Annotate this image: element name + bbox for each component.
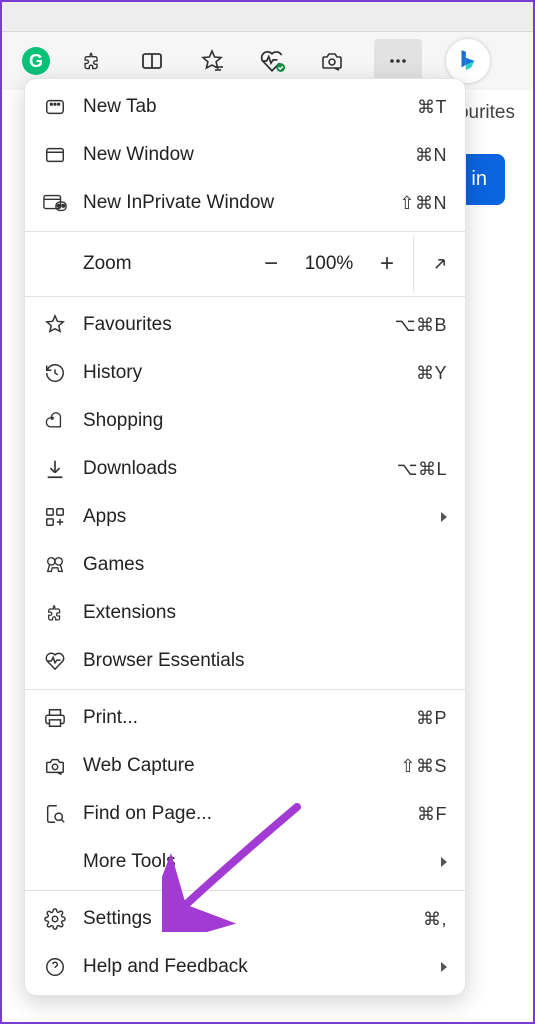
menu-shortcut: ⌘T <box>417 97 447 118</box>
menu-shortcut: ⌘N <box>415 145 447 166</box>
chevron-right-icon <box>441 857 447 867</box>
new-tab-icon <box>43 95 67 119</box>
shopping-icon <box>43 409 67 433</box>
menu-extensions[interactable]: Extensions <box>25 589 465 637</box>
menu-downloads[interactable]: Downloads ⌥⌘L <box>25 445 465 493</box>
menu-find-on-page[interactable]: Find on Page... ⌘F <box>25 790 465 838</box>
bing-icon <box>455 48 481 74</box>
menu-label: Downloads <box>83 458 381 480</box>
zoom-out-button[interactable]: − <box>245 236 297 292</box>
menu-label: Print... <box>83 707 400 729</box>
favourites-icon <box>43 313 67 337</box>
new-window-icon <box>43 143 67 167</box>
fullscreen-button[interactable] <box>413 236 465 292</box>
fullscreen-icon <box>430 254 450 274</box>
menu-settings[interactable]: Settings ⌘, <box>25 895 465 943</box>
chevron-right-icon <box>441 512 447 522</box>
menu-games[interactable]: Games <box>25 541 465 589</box>
history-icon <box>43 361 67 385</box>
games-icon <box>43 553 67 577</box>
menu-label: Web Capture <box>83 755 384 777</box>
menu-divider <box>25 296 465 297</box>
menu-label: Extensions <box>83 602 447 624</box>
menu-label: More Tools <box>83 851 425 873</box>
menu-browser-essentials[interactable]: Browser Essentials <box>25 637 465 685</box>
menu-shortcut: ⌥⌘L <box>397 459 447 480</box>
menu-web-capture[interactable]: Web Capture ⇧⌘S <box>25 742 465 790</box>
menu-new-inprivate[interactable]: New InPrivate Window ⇧⌘N <box>25 179 465 227</box>
menu-divider <box>25 890 465 891</box>
inprivate-icon <box>43 191 67 215</box>
menu-apps[interactable]: Apps <box>25 493 465 541</box>
split-screen-icon[interactable] <box>134 43 170 79</box>
menu-new-window[interactable]: New Window ⌘N <box>25 131 465 179</box>
menu-zoom-row: Zoom − 100% + <box>25 236 465 292</box>
menu-shortcut: ⌘Y <box>416 363 447 384</box>
menu-shortcut: ⇧⌘N <box>399 193 447 214</box>
window-titlebar <box>2 2 533 32</box>
menu-new-tab[interactable]: New Tab ⌘T <box>25 83 465 131</box>
settings-dropdown-menu: New Tab ⌘T New Window ⌘N New InPrivate W… <box>24 78 466 996</box>
help-icon <box>43 955 67 979</box>
menu-label: New Window <box>83 144 399 166</box>
menu-label: Apps <box>83 506 425 528</box>
essentials-icon <box>43 649 67 673</box>
more-icon <box>386 49 410 73</box>
menu-label: New Tab <box>83 96 401 118</box>
zoom-percent: 100% <box>297 253 361 275</box>
chevron-right-icon <box>441 962 447 972</box>
blank-icon <box>43 850 67 874</box>
menu-label: History <box>83 362 400 384</box>
web-capture-icon <box>43 754 67 778</box>
menu-print[interactable]: Print... ⌘P <box>25 694 465 742</box>
menu-label: Shopping <box>83 410 447 432</box>
zoom-label: Zoom <box>43 253 245 275</box>
more-menu-button[interactable] <box>374 39 422 83</box>
menu-shortcut: ⌘P <box>416 708 447 729</box>
zoom-in-button[interactable]: + <box>361 236 413 292</box>
menu-more-tools[interactable]: More Tools <box>25 838 465 886</box>
print-icon <box>43 706 67 730</box>
menu-label: Find on Page... <box>83 803 401 825</box>
menu-label: Help and Feedback <box>83 956 425 978</box>
bing-button[interactable] <box>446 39 490 83</box>
menu-label: Favourites <box>83 314 379 336</box>
heart-pulse-icon[interactable] <box>254 43 290 79</box>
menu-shortcut: ⌘, <box>423 909 447 930</box>
apps-icon <box>43 505 67 529</box>
menu-history[interactable]: History ⌘Y <box>25 349 465 397</box>
gear-icon <box>43 907 67 931</box>
menu-divider <box>25 689 465 690</box>
grammarly-icon[interactable]: G <box>22 47 50 75</box>
menu-shortcut: ⇧⌘S <box>400 756 447 777</box>
camera-icon[interactable] <box>314 43 350 79</box>
favourites-star-icon[interactable] <box>194 43 230 79</box>
extensions-icon[interactable] <box>74 43 110 79</box>
menu-label: New InPrivate Window <box>83 192 383 214</box>
extensions-menu-icon <box>43 601 67 625</box>
downloads-icon <box>43 457 67 481</box>
menu-favourites[interactable]: Favourites ⌥⌘B <box>25 301 465 349</box>
favourites-tab-partial[interactable]: ourites <box>458 102 515 123</box>
menu-help-feedback[interactable]: Help and Feedback <box>25 943 465 991</box>
menu-divider <box>25 231 465 232</box>
menu-label: Games <box>83 554 447 576</box>
menu-shortcut: ⌘F <box>417 804 447 825</box>
menu-shortcut: ⌥⌘B <box>395 315 447 336</box>
menu-label: Settings <box>83 908 407 930</box>
menu-shopping[interactable]: Shopping <box>25 397 465 445</box>
menu-label: Browser Essentials <box>83 650 447 672</box>
find-icon <box>43 802 67 826</box>
